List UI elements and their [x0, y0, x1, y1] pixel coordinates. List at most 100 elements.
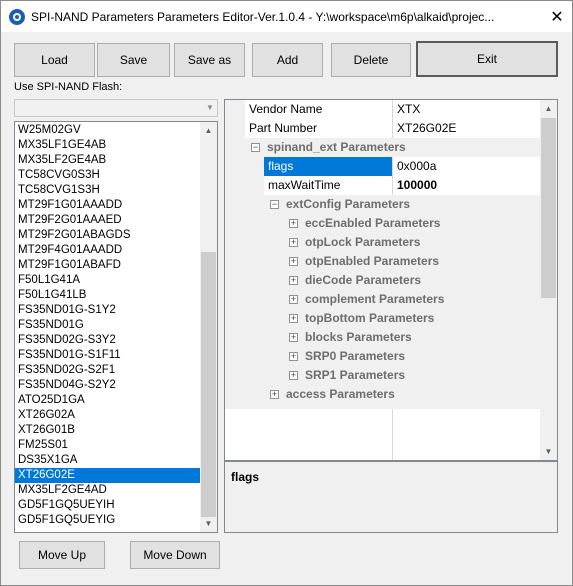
scrollbar-thumb[interactable] — [541, 118, 556, 298]
close-icon[interactable]: ✕ — [542, 1, 572, 32]
property-row[interactable]: Vendor Name XTX — [225, 100, 540, 119]
expand-icon[interactable]: + — [289, 371, 298, 380]
property-grid[interactable]: Vendor Name XTX Part Number XT26G02E − spinan… — [224, 99, 558, 461]
category-label: dieCode Parameters — [305, 273, 422, 287]
property-row[interactable]: maxWaitTime 100000 — [225, 176, 540, 195]
expand-icon[interactable]: + — [289, 295, 298, 304]
scroll-up-icon[interactable]: ▲ — [200, 122, 217, 139]
category-label: eccEnabled Parameters — [305, 216, 441, 230]
list-item[interactable]: MT29F1G01ABAFD — [15, 258, 200, 273]
property-name[interactable]: Part Number — [245, 119, 392, 138]
scroll-down-icon[interactable]: ▼ — [200, 515, 217, 532]
category-label: spinand_ext Parameters — [267, 140, 406, 154]
list-item[interactable]: DS35X1GA — [15, 453, 200, 468]
property-category[interactable]: + blocks Parameters — [225, 328, 540, 347]
property-value[interactable]: XT26G02E — [392, 119, 540, 138]
property-name[interactable]: maxWaitTime — [264, 176, 392, 195]
list-item[interactable]: W25M02GV — [15, 123, 200, 138]
move-down-button[interactable]: Move Down — [130, 541, 220, 569]
property-category[interactable]: + complement Parameters — [225, 290, 540, 309]
list-item[interactable]: FS35ND02G-S2F1 — [15, 363, 200, 378]
list-item[interactable]: FS35ND01G — [15, 318, 200, 333]
category-label: SRP1 Parameters — [305, 368, 406, 382]
list-item[interactable]: ATO25D1GA — [15, 393, 200, 408]
list-item[interactable]: MX35LF2GE4AD — [15, 483, 200, 498]
list-item[interactable]: MT29F2G01ABAGDS — [15, 228, 200, 243]
list-item[interactable]: FS35ND02G-S3Y2 — [15, 333, 200, 348]
expand-icon[interactable]: + — [289, 352, 298, 361]
property-category[interactable]: − extConfig Parameters — [225, 195, 540, 214]
flash-list-label: Use SPI-NAND Flash: — [14, 81, 123, 93]
category-label: access Parameters — [286, 387, 395, 401]
list-item[interactable]: TC58CVG1S3H — [15, 183, 200, 198]
scrollbar-thumb[interactable] — [201, 252, 216, 517]
column-divider — [392, 409, 393, 460]
property-category[interactable]: + topBottom Parameters — [225, 309, 540, 328]
list-item[interactable]: MX35LF1GE4AB — [15, 138, 200, 153]
list-item[interactable]: GD5F1GQ5UEYIG — [15, 513, 200, 528]
property-category[interactable]: + access Parameters — [225, 385, 540, 404]
list-item[interactable]: MT29F4G01AAADD — [15, 243, 200, 258]
expand-icon[interactable]: + — [289, 276, 298, 285]
property-row[interactable]: flags 0x000a — [225, 157, 540, 176]
collapse-icon[interactable]: − — [270, 200, 279, 209]
list-item[interactable]: FS35ND01G-S1F11 — [15, 348, 200, 363]
property-category[interactable]: + eccEnabled Parameters — [225, 214, 540, 233]
list-item[interactable]: FS35ND01G-S1Y2 — [15, 303, 200, 318]
property-category[interactable]: − spinand_ext Parameters — [225, 138, 540, 157]
category-label: topBottom Parameters — [305, 311, 435, 325]
add-button[interactable]: Add — [252, 43, 323, 77]
category-label: otpLock Parameters — [305, 235, 421, 249]
expand-icon[interactable]: + — [289, 314, 298, 323]
expand-icon[interactable]: + — [289, 333, 298, 342]
move-up-button[interactable]: Move Up — [19, 541, 105, 569]
chevron-down-icon[interactable]: ▼ — [205, 102, 215, 114]
list-item[interactable]: XT26G01B — [15, 423, 200, 438]
title-bar[interactable]: SPI-NAND Parameters Parameters Editor-Ve… — [1, 1, 572, 32]
list-item[interactable]: XT26G02E — [15, 468, 200, 483]
list-item[interactable]: FS35ND04G-S2Y2 — [15, 378, 200, 393]
property-name[interactable]: Vendor Name — [245, 100, 392, 119]
save-button[interactable]: Save — [97, 43, 170, 77]
property-row[interactable]: Part Number XT26G02E — [225, 119, 540, 138]
list-item[interactable]: FM25S01 — [15, 438, 200, 453]
property-grid-rows: Vendor Name XTX Part Number XT26G02E − spinan… — [225, 100, 540, 460]
property-category[interactable]: + SRP0 Parameters — [225, 347, 540, 366]
list-item[interactable]: TC58CVG0S3H — [15, 168, 200, 183]
window-title: SPI-NAND Parameters Parameters Editor-Ve… — [31, 9, 495, 24]
list-item[interactable]: MX35LF2GE4AB — [15, 153, 200, 168]
property-grid-scrollbar[interactable]: ▲ ▼ — [540, 100, 557, 460]
flash-listbox[interactable]: GD5F1GQ5UEYIG GD5F1GQ5UEYIH MX35LF2GE4AD XT… — [14, 121, 218, 533]
save-as-button[interactable]: Save as — [174, 43, 245, 77]
flash-combobox[interactable]: ▼ — [14, 99, 218, 117]
expand-icon[interactable]: + — [289, 219, 298, 228]
flash-list-scrollbar[interactable]: ▲ ▼ — [200, 122, 217, 532]
property-value[interactable]: 100000 — [392, 176, 540, 195]
expand-icon[interactable]: + — [270, 390, 279, 399]
property-name[interactable]: flags — [264, 157, 392, 176]
property-category[interactable]: + otpLock Parameters — [225, 233, 540, 252]
list-item[interactable]: F50L1G41A — [15, 273, 200, 288]
property-value[interactable]: 0x000a — [392, 157, 540, 176]
category-label: SRP0 Parameters — [305, 349, 406, 363]
property-category[interactable]: + otpEnabled Parameters — [225, 252, 540, 271]
load-button[interactable]: Load — [14, 43, 95, 77]
expand-icon[interactable]: + — [289, 257, 298, 266]
delete-button[interactable]: Delete — [331, 43, 411, 77]
category-label: complement Parameters — [305, 292, 445, 306]
property-value[interactable]: XTX — [392, 100, 540, 119]
list-item[interactable]: XT26G02A — [15, 408, 200, 423]
list-item[interactable]: F50L1G41LB — [15, 288, 200, 303]
scroll-up-icon[interactable]: ▲ — [540, 100, 557, 117]
property-category[interactable]: + dieCode Parameters — [225, 271, 540, 290]
list-item[interactable]: GD5F1GQ5UEYIH — [15, 498, 200, 513]
collapse-icon[interactable]: − — [251, 143, 260, 152]
list-item[interactable]: MT29F1G01AAADD — [15, 198, 200, 213]
category-label: blocks Parameters — [305, 330, 412, 344]
scroll-down-icon[interactable]: ▼ — [540, 443, 557, 460]
property-category[interactable]: + SRP1 Parameters — [225, 366, 540, 385]
exit-button[interactable]: Exit — [416, 41, 558, 77]
list-item[interactable]: MT29F2G01AAAED — [15, 213, 200, 228]
category-label: otpEnabled Parameters — [305, 254, 440, 268]
expand-icon[interactable]: + — [289, 238, 298, 247]
